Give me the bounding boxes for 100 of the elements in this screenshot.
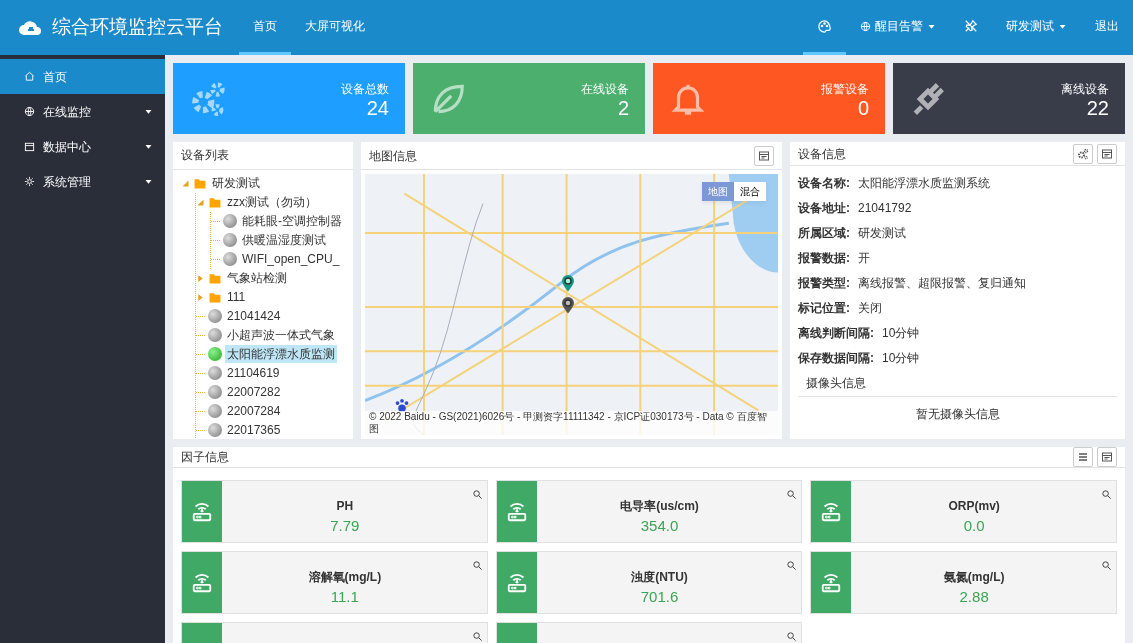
factor-value: 701.6	[639, 587, 680, 607]
tree-item[interactable]: WIFI_open_CPU_	[240, 250, 342, 269]
field-label: 设备地址:	[798, 199, 850, 217]
map-copyright: © 2022 Baidu - GS(2021)6026号 - 甲测资字11111342 - 京ICP证030173号 - Data © 百度智图	[365, 411, 778, 435]
calendar-icon	[24, 141, 35, 152]
folder-icon	[208, 271, 222, 285]
map-type-tab[interactable]: 混合	[734, 182, 766, 201]
window-icon	[758, 149, 770, 162]
factor-name: 浊度(NTU)	[630, 569, 689, 586]
panel-title: 因子信息	[181, 449, 229, 466]
field-value: 关闭	[858, 299, 882, 317]
globe-icon	[24, 106, 35, 117]
sidebar-item[interactable]: 首页	[0, 59, 165, 94]
window-icon	[1101, 147, 1113, 160]
panel-title: 设备列表	[181, 147, 229, 165]
panel-title: 地图信息	[369, 147, 417, 165]
nav-tab[interactable]: 首页	[239, 0, 291, 55]
search-icon[interactable]	[786, 560, 798, 572]
stat-value: 22	[1085, 97, 1109, 118]
stat-label: 报警设备	[821, 80, 869, 98]
factor-name: ORP(mv)	[947, 498, 1001, 515]
field-value: 太阳能浮漂水质监测系统	[858, 174, 990, 192]
tree-item[interactable]: 22017365	[225, 421, 283, 439]
sidebar-item[interactable]: 系统管理	[0, 164, 165, 199]
tree-item[interactable]: 太阳能浮漂水质监测	[225, 345, 337, 364]
tree-item[interactable]: 22007284	[225, 402, 283, 421]
folder-icon	[208, 195, 222, 209]
search-icon[interactable]	[1100, 560, 1112, 572]
tree-item[interactable]: 小超声波一体式气象	[225, 326, 337, 345]
search-icon[interactable]	[471, 631, 483, 643]
tree-folder[interactable]: zzx测试（勿动）	[225, 193, 319, 212]
empty-message: 暂无摄像头信息	[914, 406, 1001, 423]
camera-tab[interactable]: 摄像头信息	[798, 370, 1117, 397]
field-value: 离线报警、超限报警、复归通知	[858, 274, 1026, 292]
router-icon	[191, 500, 213, 523]
window-button[interactable]	[1097, 447, 1117, 467]
factor-name: PH	[335, 498, 355, 515]
tree-folder[interactable]: 111	[225, 288, 248, 307]
app-title: 综合环境监控云平台	[52, 15, 223, 40]
factor-value: 7.79	[329, 516, 361, 536]
factor-value: 11.1	[329, 587, 360, 607]
menu-icon	[1077, 451, 1089, 463]
search-icon[interactable]	[1100, 489, 1112, 501]
router-icon	[191, 571, 213, 594]
field-label: 报警数据:	[798, 249, 850, 267]
sidebar-item[interactable]: 在线监控	[0, 94, 165, 129]
tree-item[interactable]: 能耗眼-空调控制器	[240, 212, 344, 231]
field-label: 设备名称:	[798, 174, 850, 192]
window-button[interactable]	[754, 145, 774, 166]
factor-name: 溶解氧(mg/L)	[307, 569, 383, 586]
factor-value: 354.0	[639, 516, 680, 536]
tree-item[interactable]: 供暖温湿度测试	[240, 231, 328, 250]
factor-value: 0.0	[962, 516, 986, 536]
router-icon	[505, 500, 528, 523]
tree-folder[interactable]: 研发测试	[210, 174, 262, 193]
field-value: 10分钟	[882, 324, 920, 342]
router-icon	[820, 500, 843, 523]
stat-label: 在线设备	[581, 80, 629, 98]
logout-link[interactable]: 退出	[1081, 0, 1133, 55]
folder-icon	[208, 290, 222, 304]
field-label: 所属区域:	[798, 224, 850, 242]
tree-folder[interactable]: 气象站检测	[225, 269, 289, 288]
tree-item[interactable]: 21041424	[225, 307, 283, 326]
globe-icon	[860, 20, 871, 32]
field-label: 离线判断间隔:	[798, 324, 874, 342]
stat-value: 2	[616, 97, 629, 118]
factor-name: 电导率(us/cm)	[619, 498, 700, 515]
router-icon	[505, 571, 528, 594]
settings-button[interactable]	[1073, 143, 1093, 164]
field-value: 10分钟	[882, 349, 920, 367]
home-icon	[24, 71, 35, 82]
palette-icon	[817, 18, 832, 34]
search-icon[interactable]	[471, 560, 483, 572]
user-dropdown[interactable]: 研发测试	[992, 0, 1081, 55]
folder-icon	[193, 176, 207, 190]
field-label: 标记位置:	[798, 299, 850, 317]
window-button[interactable]	[1097, 143, 1117, 164]
stat-value: 0	[856, 97, 869, 118]
stat-label: 离线设备	[1061, 80, 1109, 98]
tree-item[interactable]: 21104619	[225, 364, 282, 383]
alert-dropdown[interactable]: 醒目告警	[846, 0, 950, 55]
field-label: 保存数据间隔:	[798, 349, 874, 367]
factor-name: 氨氮(mg/L)	[942, 569, 1006, 586]
router-icon	[820, 571, 843, 594]
window-icon	[1101, 451, 1113, 463]
pin-off-icon	[964, 19, 978, 33]
tree-item[interactable]: 22007282	[225, 383, 283, 402]
list-button[interactable]	[1073, 447, 1093, 467]
field-label: 报警类型:	[798, 274, 850, 292]
search-icon[interactable]	[786, 489, 798, 501]
field-value: 开	[858, 249, 870, 267]
nav-tab[interactable]: 大屏可视化	[291, 0, 379, 55]
sidebar-item[interactable]: 数据中心	[0, 129, 165, 164]
search-icon[interactable]	[786, 631, 798, 643]
stat-label: 设备总数	[341, 80, 389, 98]
field-value: 21041792	[858, 199, 912, 217]
field-value: 研发测试	[858, 224, 906, 242]
search-icon[interactable]	[471, 489, 483, 501]
factor-value: 2.88	[958, 587, 990, 607]
panel-title: 设备信息	[798, 145, 846, 163]
